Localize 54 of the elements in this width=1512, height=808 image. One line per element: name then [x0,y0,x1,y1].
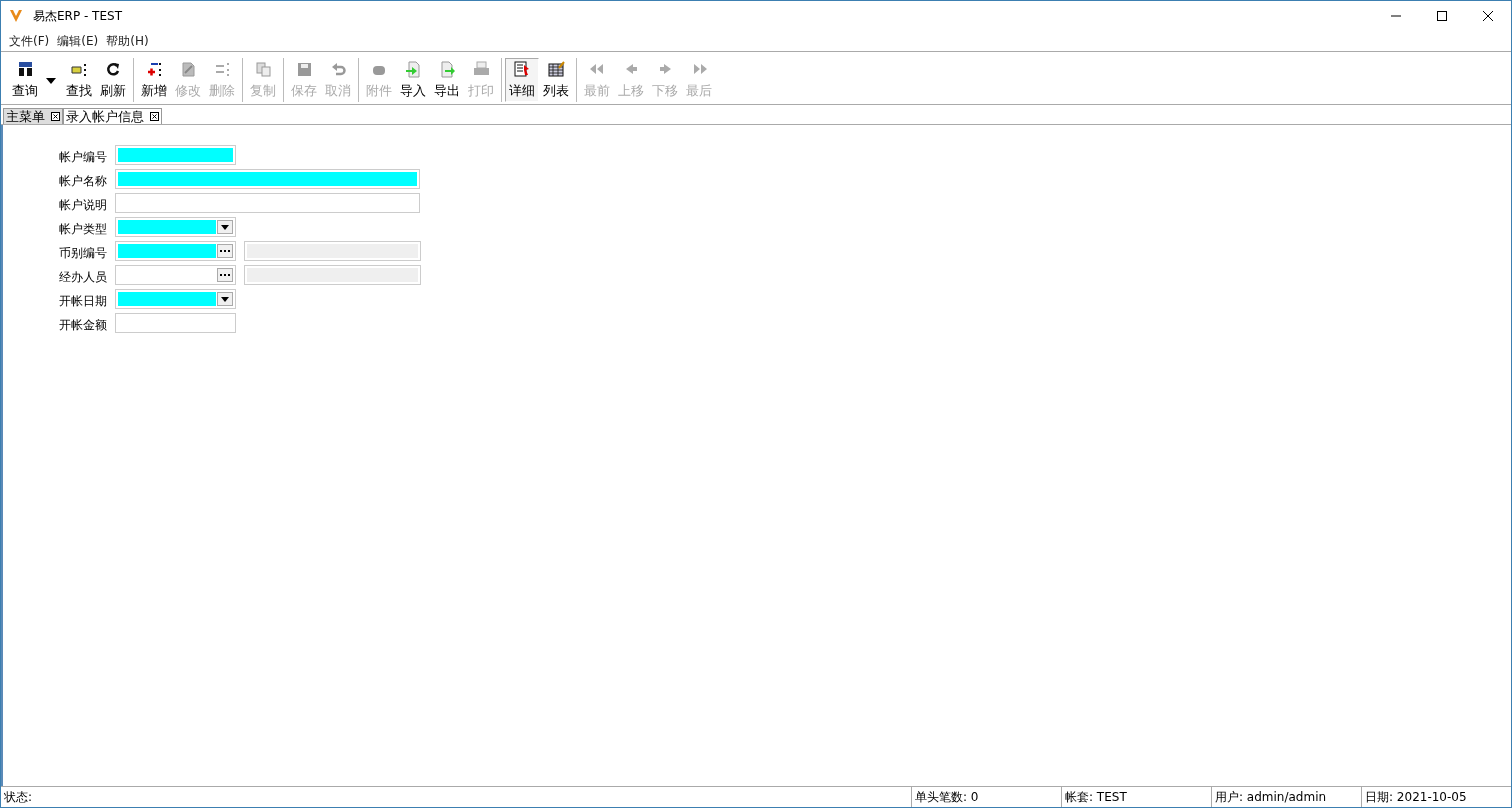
delete-row-icon [213,61,231,78]
lookup-field[interactable] [115,241,236,261]
field-label: 开帐金额 [58,316,107,334]
field-label: 开帐日期 [58,292,107,310]
logo-icon [9,9,23,23]
list-sheet-icon [547,61,565,78]
document-edit-icon [179,61,197,78]
menu-item[interactable]: 帮助(H) [102,32,153,50]
input-field[interactable] [115,145,236,165]
refresh-icon [104,61,122,78]
status-text: 日期: 2021-10-05 [1361,787,1511,807]
caret-icon [221,296,229,302]
ellipsis-icon [220,273,230,277]
status-text: 用户: admin/admin [1211,787,1361,807]
input-field[interactable] [115,313,236,333]
import-icon [404,61,422,78]
menu-item[interactable]: 编辑(E) [53,32,103,50]
field-label: 币别编号 [58,244,107,262]
input-field[interactable] [115,193,420,213]
detail-document-icon [513,61,531,78]
status-text: 单头笔数: 0 [911,787,1061,807]
caret-icon [221,224,229,230]
toolbar-button[interactable]: 查询 [8,58,42,102]
add-row-icon [145,61,163,78]
close-icon[interactable] [150,112,159,121]
toolbar-button[interactable]: 导出 [430,58,464,102]
field-label: 帐户名称 [58,172,107,190]
toolbar-button[interactable]: 导入 [396,58,430,102]
copy-icon [254,61,272,78]
export-icon [438,61,456,78]
menu-item[interactable]: 文件(F) [5,32,54,50]
toolbar-button[interactable]: 查找 [62,58,96,102]
lookup-field[interactable] [115,265,236,285]
toolbar-button[interactable]: 刷新 [96,58,130,102]
ellipsis-icon [220,249,230,253]
tab[interactable]: 主菜单 [3,108,63,124]
toolbar-button[interactable]: 新增 [137,58,171,102]
window-title: 易杰ERP - TEST [33,7,122,25]
status-text: 帐套: TEST [1061,787,1211,807]
field-label: 帐户编号 [58,148,107,166]
field-label: 帐户说明 [58,196,107,214]
toolbar-button[interactable]: 详细 [505,58,539,102]
dropdown-field[interactable] [115,217,236,237]
close-icon[interactable] [51,112,60,121]
field-label: 经办人员 [58,268,107,286]
caret-icon[interactable] [46,78,56,84]
toolbar-button[interactable]: 列表 [539,58,573,102]
input-field[interactable] [115,169,420,189]
save-icon [295,61,313,78]
tab[interactable]: 录入帐户信息 [63,108,162,124]
dropdown-field[interactable] [115,289,236,309]
field-label: 帐户类型 [58,220,107,238]
printer-icon [472,61,490,78]
status-text: 状态: [3,789,34,806]
